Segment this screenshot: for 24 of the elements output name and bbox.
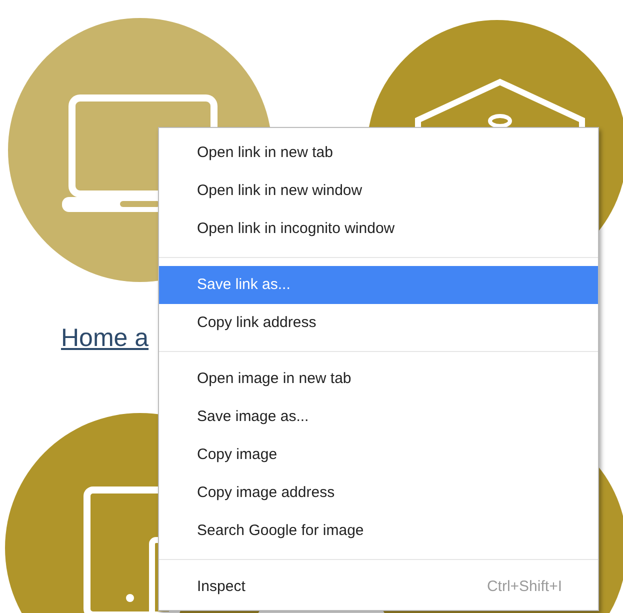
menu-item-label: Copy image address [197,482,335,503]
shortcut-hint: Ctrl+Shift+I [486,576,562,597]
menu-item[interactable]: Open link in incognito window [159,210,598,248]
menu-item-label: Inspect [197,576,246,597]
menu-item[interactable]: Save image as... [159,398,598,436]
menu-item[interactable]: Copy link address [159,304,598,342]
menu-item-label: Open image in new tab [197,368,352,389]
menu-item[interactable]: Inspect Ctrl+Shift+I [159,568,598,606]
menu-item-label: Open link in new window [197,180,362,201]
menu-item-label: Open link in incognito window [197,218,395,239]
menu-item[interactable]: Open image in new tab [159,360,598,398]
menu-item-label: Copy link address [197,312,316,333]
menu-item-label: Open link in new tab [197,142,333,163]
menu-item[interactable]: Save link as... [159,266,598,304]
home-link[interactable]: Home a [61,322,149,354]
menu-item[interactable]: Search Google for image [159,512,598,550]
menu-item-label: Search Google for image [197,520,364,541]
menu-item[interactable]: Copy image address [159,474,598,512]
menu-item[interactable]: Open link in new tab [159,134,598,172]
menu-item[interactable]: Open link in new window [159,172,598,210]
menu-item-label: Save link as... [197,274,290,295]
menu-item-label: Save image as... [197,406,309,427]
menu-item[interactable]: Copy image [159,436,598,474]
menu-item-label: Copy image [197,444,278,465]
